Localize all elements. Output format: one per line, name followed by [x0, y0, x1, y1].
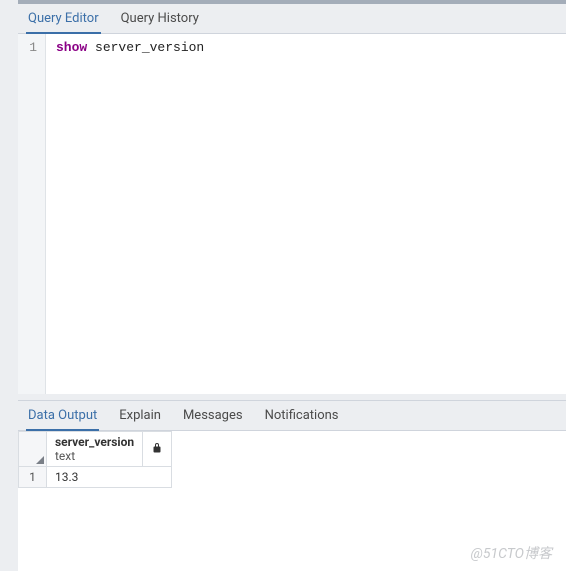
sql-editor[interactable]: 1 show server_version: [18, 34, 566, 394]
editor-code[interactable]: show server_version: [46, 34, 214, 394]
app-root: Query Editor Query History 1 show server…: [0, 0, 566, 571]
tab-notifications[interactable]: Notifications: [263, 402, 341, 431]
column-type: text: [55, 449, 134, 463]
tab-messages[interactable]: Messages: [181, 402, 245, 431]
row-number-header[interactable]: [19, 432, 47, 467]
cell-server-version[interactable]: 13.3: [47, 467, 172, 488]
code-identifier: server_version: [87, 40, 204, 55]
column-lock-cell: [143, 432, 172, 467]
result-grid: server_version text 1 13.3: [18, 431, 566, 488]
row-number: 1: [19, 467, 47, 488]
select-all-corner-icon: [36, 456, 44, 464]
code-keyword: show: [56, 40, 87, 55]
tab-query-history[interactable]: Query History: [119, 5, 201, 34]
results-panel: Data Output Explain Messages Notificatio…: [18, 400, 566, 571]
tab-explain[interactable]: Explain: [117, 402, 163, 431]
table-header-row: server_version text: [19, 432, 172, 467]
lock-icon: [151, 442, 163, 454]
table-row[interactable]: 1 13.3: [19, 467, 172, 488]
editor-tabs: Query Editor Query History: [18, 4, 566, 34]
tab-data-output[interactable]: Data Output: [26, 402, 99, 431]
tab-query-editor[interactable]: Query Editor: [26, 5, 101, 34]
column-header-server-version[interactable]: server_version text: [47, 432, 143, 467]
line-number: 1: [26, 40, 37, 55]
result-tabs: Data Output Explain Messages Notificatio…: [18, 401, 566, 431]
column-name: server_version: [55, 435, 134, 449]
result-table: server_version text 1 13.3: [18, 431, 172, 488]
editor-gutter: 1: [18, 34, 46, 394]
